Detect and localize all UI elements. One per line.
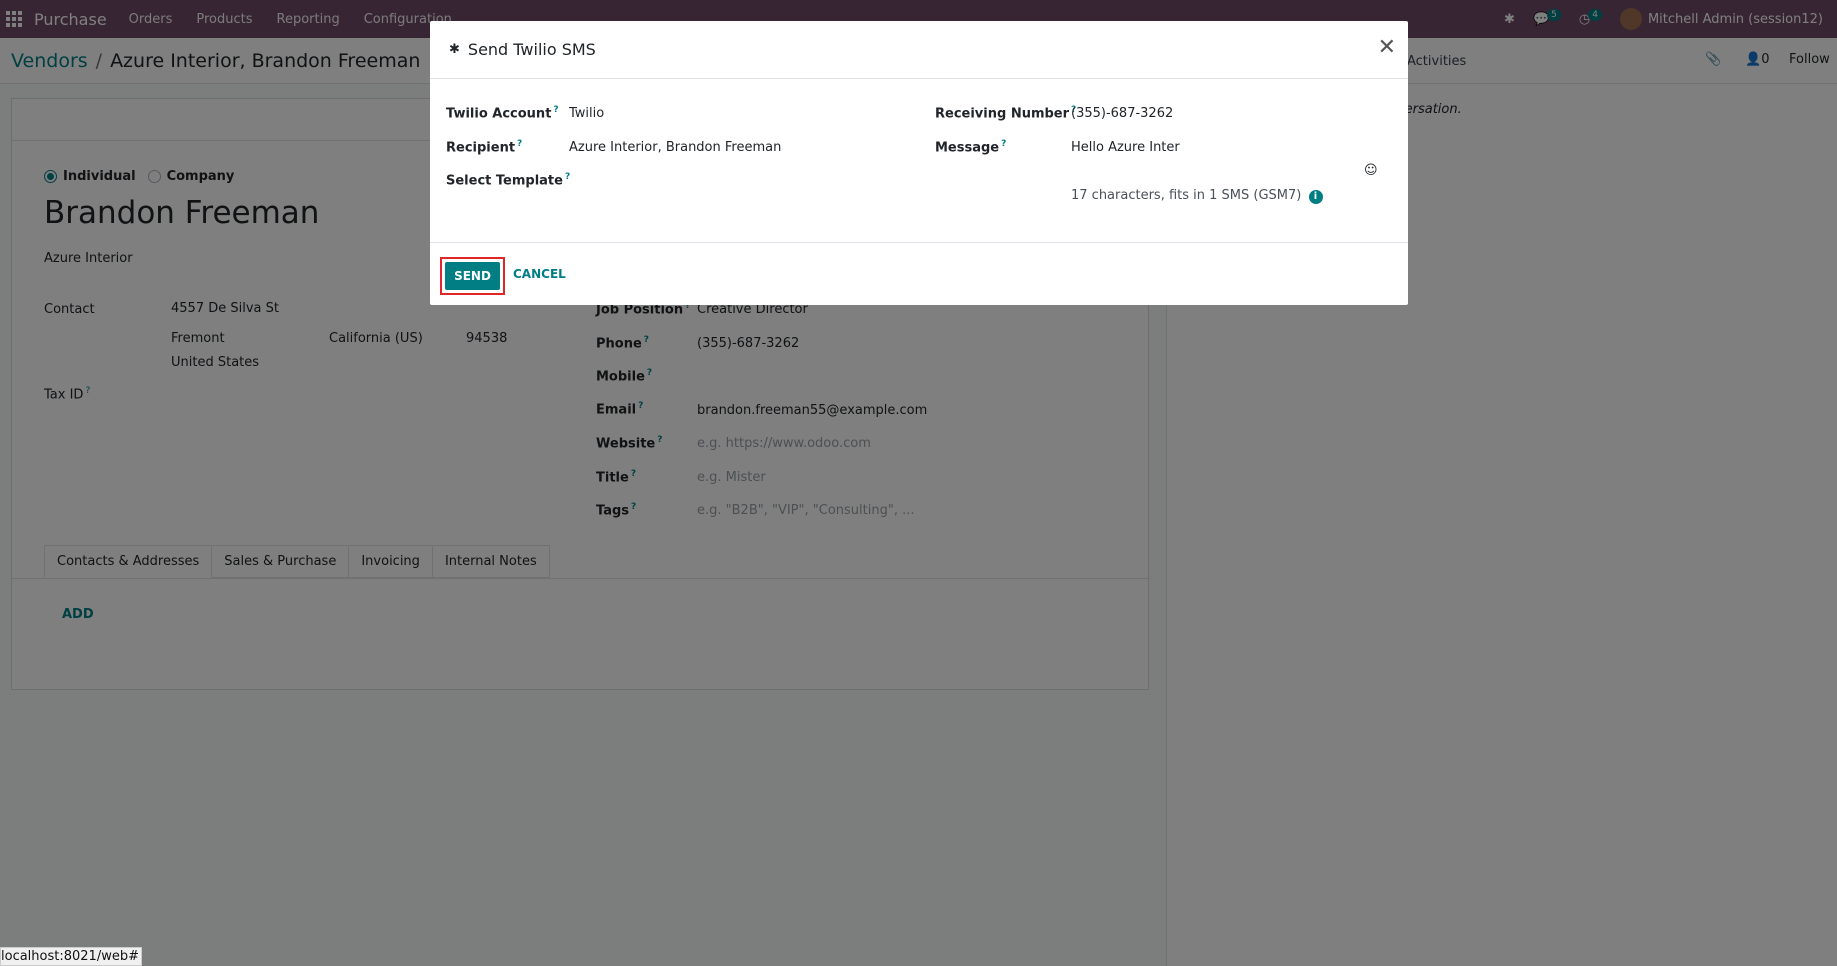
select-template-field[interactable] [569, 172, 889, 190]
twilio-account-field[interactable]: Twilio [569, 106, 604, 121]
recipient-field[interactable]: Azure Interior, Brandon Freeman [569, 140, 781, 155]
close-icon[interactable]: ✕ [1378, 37, 1396, 59]
twilio-account-label: Twilio Account? [446, 105, 559, 122]
recipient-label: Recipient? [446, 139, 523, 156]
emoji-icon[interactable]: ☺ [1364, 163, 1378, 178]
cancel-button[interactable]: CANCEL [513, 267, 566, 281]
browser-status-url: localhost:8021/web# [0, 947, 142, 966]
sms-char-info: 17 characters, fits in 1 SMS (GSM7) i [1071, 188, 1323, 204]
send-sms-dialog: ✱ Send Twilio SMS ✕ Twilio Account? Twil… [430, 21, 1408, 305]
send-button[interactable]: SEND [445, 262, 500, 290]
dialog-footer: SEND CANCEL [430, 242, 1408, 305]
dialog-title: Send Twilio SMS [467, 40, 596, 59]
bug-icon: ✱ [449, 42, 460, 57]
message-label: Message? [935, 139, 1007, 156]
info-icon[interactable]: i [1308, 190, 1323, 204]
message-textarea[interactable]: Hello Azure Inter [1071, 140, 1180, 155]
receiving-number-field[interactable]: (355)-687-3262 [1071, 106, 1173, 121]
send-button-highlight: SEND [440, 257, 505, 295]
receiving-number-label: Receiving Number? [935, 105, 1077, 122]
select-template-label: Select Template? [446, 172, 571, 189]
dialog-header: ✱ Send Twilio SMS [430, 21, 1408, 79]
